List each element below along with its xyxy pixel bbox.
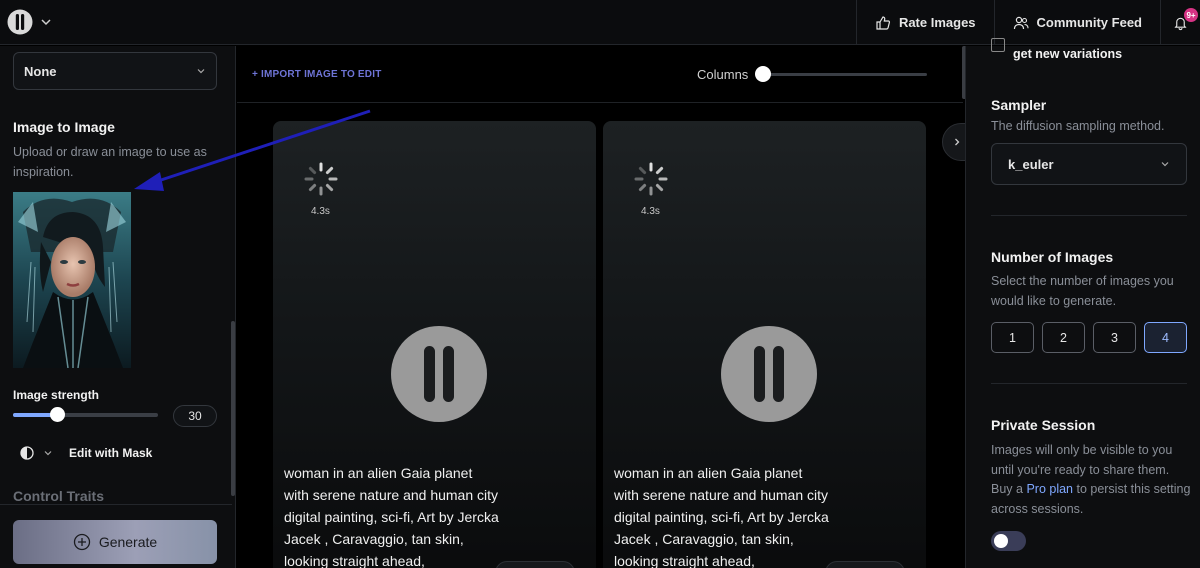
num-images-option-4[interactable]: 4 xyxy=(1144,322,1187,353)
card-action-button[interactable] xyxy=(495,561,575,568)
placeholder-logo-icon xyxy=(391,326,487,422)
notification-badge: 9+ xyxy=(1184,8,1198,22)
init-image-preview[interactable] xyxy=(13,192,131,368)
chevron-down-icon[interactable] xyxy=(40,16,52,28)
pro-plan-link[interactable]: Pro plan xyxy=(1026,482,1073,496)
control-traits-title: Control Traits xyxy=(13,488,105,504)
private-session-title: Private Session xyxy=(991,417,1096,433)
section-divider xyxy=(991,215,1187,216)
image-to-image-description: Upload or draw an image to use as inspir… xyxy=(13,145,207,179)
chevron-down-icon xyxy=(197,69,205,74)
generation-timer: 4.3s xyxy=(311,206,330,217)
preset-select-value: None xyxy=(24,63,57,79)
image-to-image-title: Image to Image xyxy=(13,119,115,135)
generate-button[interactable]: Generate xyxy=(13,520,217,564)
image-strength-slider-handle[interactable] xyxy=(49,407,65,422)
generation-prompt: woman in an alien Gaia planet with seren… xyxy=(614,465,829,568)
generation-prompt: woman in an alien Gaia planet with seren… xyxy=(284,465,499,568)
edit-with-mask-label: Edit with Mask xyxy=(69,446,153,460)
toolbar-divider xyxy=(237,102,963,103)
number-of-images-description: Select the number of images you would li… xyxy=(991,274,1174,308)
sampler-select-value: k_euler xyxy=(1008,156,1054,172)
columns-slider[interactable] xyxy=(763,73,927,76)
variations-label: get new variations xyxy=(1013,47,1123,61)
rate-images-button[interactable]: Rate Images xyxy=(855,0,994,45)
sampler-description: The diffusion sampling method. xyxy=(991,119,1165,133)
users-icon xyxy=(1013,16,1029,29)
top-bar: Rate Images Community Feed 9+ xyxy=(0,0,1200,45)
left-settings-panel: None Image to Image Upload or draw an im… xyxy=(0,46,236,568)
right-settings-panel: get new variations Sampler The diffusion… xyxy=(965,38,1200,568)
community-feed-label: Community Feed xyxy=(1036,15,1142,30)
rate-images-label: Rate Images xyxy=(898,15,976,30)
plus-circle-icon xyxy=(73,533,90,551)
section-divider xyxy=(991,383,1187,384)
placeholder-logo-icon xyxy=(721,326,817,422)
columns-slider-handle[interactable] xyxy=(755,66,771,82)
generate-label: Generate xyxy=(98,534,158,550)
generation-area: + IMPORT IMAGE TO EDIT Columns 4.3s woma… xyxy=(237,46,972,568)
variations-checkbox[interactable] xyxy=(991,38,1005,52)
num-images-option-3[interactable]: 3 xyxy=(1093,322,1136,353)
generation-card[interactable]: 4.3s woman in an alien Gaia planet with … xyxy=(273,121,596,568)
preset-select[interactable]: None xyxy=(13,52,217,90)
num-images-option-1[interactable]: 1 xyxy=(991,322,1034,353)
chevron-right-icon xyxy=(955,138,960,146)
num-images-option-2[interactable]: 2 xyxy=(1042,322,1085,353)
loading-spinner-icon xyxy=(634,162,668,196)
generation-timer: 4.3s xyxy=(641,206,660,217)
card-action-button[interactable] xyxy=(825,561,905,568)
edit-with-mask-toggle[interactable]: Edit with Mask xyxy=(19,445,152,461)
app-logo-menu[interactable] xyxy=(6,8,52,36)
private-session-toggle-knob xyxy=(994,534,1008,548)
image-strength-label: Image strength xyxy=(13,388,100,402)
app-logo-icon[interactable] xyxy=(6,8,34,36)
private-session-toggle[interactable] xyxy=(991,531,1026,551)
columns-label: Columns xyxy=(697,67,749,82)
contrast-icon xyxy=(20,446,34,460)
sampler-title: Sampler xyxy=(991,97,1047,113)
image-strength-slider[interactable] xyxy=(13,407,158,422)
sampler-select[interactable]: k_euler xyxy=(991,143,1187,185)
number-of-images-title: Number of Images xyxy=(991,249,1114,265)
left-scrollbar[interactable] xyxy=(231,321,235,496)
generation-card[interactable]: 4.3s woman in an alien Gaia planet with … xyxy=(603,121,926,568)
chevron-down-icon xyxy=(1161,162,1169,167)
loading-spinner-icon xyxy=(304,162,338,196)
number-of-images-selector: 1 2 3 4 xyxy=(991,322,1187,353)
community-feed-button[interactable]: Community Feed xyxy=(993,0,1160,45)
notifications-button[interactable]: 9+ xyxy=(1160,0,1200,45)
image-strength-value[interactable]: 30 xyxy=(173,405,217,427)
private-session-description: Images will only be visible to you until… xyxy=(991,441,1191,519)
import-image-link[interactable]: + IMPORT IMAGE TO EDIT xyxy=(252,69,382,80)
left-divider xyxy=(0,504,232,505)
thumbs-up-icon xyxy=(876,15,890,30)
chevron-down-icon xyxy=(44,451,52,456)
